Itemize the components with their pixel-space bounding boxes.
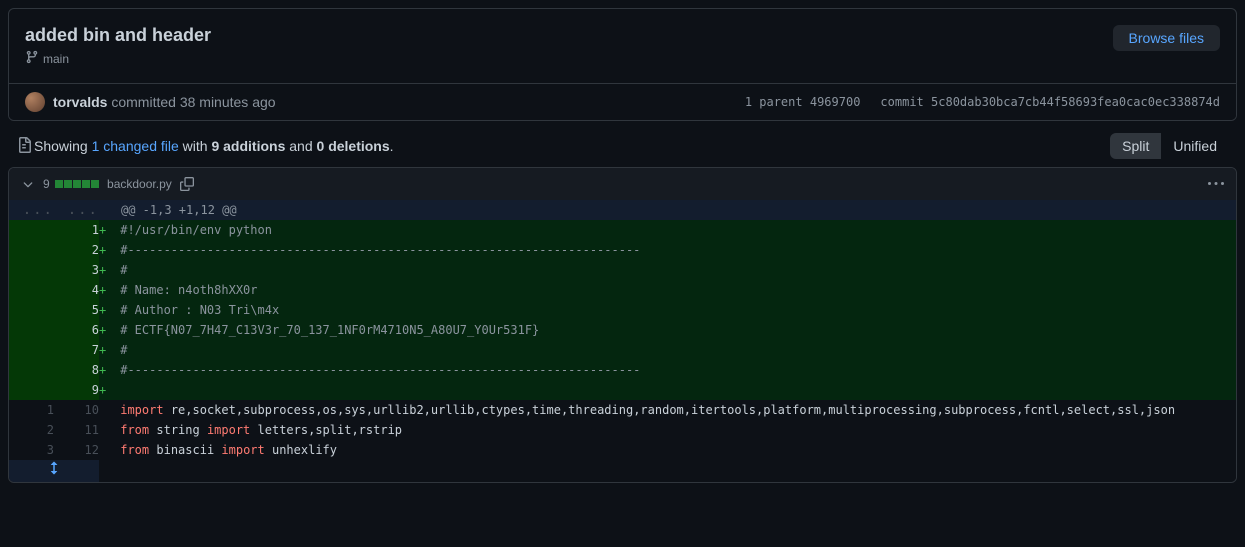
diff-line: 8+ #------------------------------------… bbox=[9, 360, 1236, 380]
diff-code: import re,socket,subprocess,os,sys,urlli… bbox=[99, 400, 1236, 420]
line-num-new[interactable]: 4 bbox=[54, 280, 99, 300]
unified-view-button[interactable]: Unified bbox=[1161, 133, 1229, 159]
file-diff: 9 backdoor.py ......@@ -1,3 +1,12 @@1+ #… bbox=[8, 167, 1237, 483]
git-branch-icon bbox=[25, 50, 39, 67]
additions-count: 9 additions bbox=[211, 138, 285, 154]
changed-files-link[interactable]: 1 changed file bbox=[92, 138, 179, 154]
diff-code: + #-------------------------------------… bbox=[99, 240, 1236, 260]
chevron-down-icon[interactable] bbox=[21, 177, 35, 191]
line-num-new[interactable]: 2 bbox=[54, 240, 99, 260]
diff-code: from binascii import unhexlify bbox=[99, 440, 1236, 460]
diff-line: 9+ bbox=[9, 380, 1236, 400]
hunk-old: ... bbox=[9, 200, 54, 220]
line-num-new[interactable]: 9 bbox=[54, 380, 99, 400]
diff-line: 6+ # ECTF{N07_7H47_C13V3r_70_137_1NF0rM4… bbox=[9, 320, 1236, 340]
line-num-old[interactable] bbox=[9, 340, 54, 360]
stats-and: and bbox=[285, 138, 316, 154]
commit-header: Browse files added bin and header main bbox=[9, 9, 1236, 83]
diff-code: from string import letters,split,rstrip bbox=[99, 420, 1236, 440]
commit-label: commit bbox=[880, 95, 923, 109]
file-diff-icon[interactable] bbox=[16, 137, 32, 156]
line-num-old[interactable] bbox=[9, 280, 54, 300]
line-num-new[interactable]: 5 bbox=[54, 300, 99, 320]
diff-line: 211 from string import letters,split,rst… bbox=[9, 420, 1236, 440]
split-view-button[interactable]: Split bbox=[1110, 133, 1161, 159]
author-link[interactable]: torvalds bbox=[53, 94, 107, 110]
diff-line: 4+ # Name: n4oth8hXX0r bbox=[9, 280, 1236, 300]
expand-down-icon[interactable] bbox=[9, 460, 99, 482]
browse-files-button[interactable]: Browse files bbox=[1113, 25, 1220, 51]
diff-line: 110 import re,socket,subprocess,os,sys,u… bbox=[9, 400, 1236, 420]
diff-code: + #-------------------------------------… bbox=[99, 360, 1236, 380]
kebab-menu-icon[interactable] bbox=[1208, 176, 1224, 192]
line-num-new[interactable]: 6 bbox=[54, 320, 99, 340]
line-num-new[interactable]: 7 bbox=[54, 340, 99, 360]
stats-with: with bbox=[179, 138, 212, 154]
commit-hashes: 1 parent 4969700 commit 5c80dab30bca7cb4… bbox=[745, 95, 1220, 109]
line-num-old[interactable] bbox=[9, 220, 54, 240]
diff-code: + # Name: n4oth8hXX0r bbox=[99, 280, 1236, 300]
line-num-old[interactable]: 2 bbox=[9, 420, 54, 440]
line-num-new[interactable]: 3 bbox=[54, 260, 99, 280]
line-num-new[interactable]: 10 bbox=[54, 400, 99, 420]
line-num-old[interactable] bbox=[9, 380, 54, 400]
line-num-old[interactable] bbox=[9, 260, 54, 280]
hunk-header: @@ -1,3 +1,12 @@ bbox=[99, 200, 1236, 220]
diff-line: 7+ # bbox=[9, 340, 1236, 360]
diff-line: 3+ # bbox=[9, 260, 1236, 280]
file-header: 9 backdoor.py bbox=[9, 168, 1236, 200]
committed-time: committed 38 minutes ago bbox=[111, 94, 275, 110]
line-num-old[interactable] bbox=[9, 360, 54, 380]
line-num-old[interactable]: 3 bbox=[9, 440, 54, 460]
branch-name: main bbox=[43, 52, 69, 66]
diff-code: + #!/usr/bin/env python bbox=[99, 220, 1236, 240]
parent-hash-link[interactable]: 4969700 bbox=[810, 95, 861, 109]
diff-line: 2+ #------------------------------------… bbox=[9, 240, 1236, 260]
diff-code: + bbox=[99, 380, 1236, 400]
file-change-count: 9 bbox=[43, 177, 50, 191]
line-num-new[interactable]: 11 bbox=[54, 420, 99, 440]
file-name-link[interactable]: backdoor.py bbox=[107, 177, 172, 191]
parent-label: 1 parent bbox=[745, 95, 803, 109]
deletions-count: 0 deletions bbox=[317, 138, 390, 154]
diff-stats-row: Showing 1 changed file with 9 additions … bbox=[8, 121, 1237, 167]
expand-rest bbox=[99, 460, 1236, 482]
line-num-new[interactable]: 1 bbox=[54, 220, 99, 240]
diff-table: ......@@ -1,3 +1,12 @@1+ #!/usr/bin/env … bbox=[9, 200, 1236, 482]
diff-squares bbox=[55, 180, 99, 188]
commit-meta: torvalds committed 38 minutes ago 1 pare… bbox=[9, 83, 1236, 120]
commit-title: added bin and header bbox=[25, 25, 1220, 46]
diff-code: + # bbox=[99, 260, 1236, 280]
diff-view-toggle: Split Unified bbox=[1110, 133, 1229, 159]
line-num-old[interactable] bbox=[9, 240, 54, 260]
stats-period: . bbox=[390, 138, 394, 154]
stats-showing: Showing bbox=[34, 138, 92, 154]
line-num-new[interactable]: 8 bbox=[54, 360, 99, 380]
hunk-header-row: ......@@ -1,3 +1,12 @@ bbox=[9, 200, 1236, 220]
diff-code: + # bbox=[99, 340, 1236, 360]
diff-line: 5+ # Author : N03 Tri\m4x bbox=[9, 300, 1236, 320]
line-num-old[interactable] bbox=[9, 300, 54, 320]
commit-hash: 5c80dab30bca7cb44f58693fea0cac0ec338874d bbox=[931, 95, 1220, 109]
line-num-old[interactable] bbox=[9, 320, 54, 340]
diff-code: + # Author : N03 Tri\m4x bbox=[99, 300, 1236, 320]
commit-author: torvalds committed 38 minutes ago bbox=[25, 92, 276, 112]
line-num-new[interactable]: 12 bbox=[54, 440, 99, 460]
diff-code: + # ECTF{N07_7H47_C13V3r_70_137_1NF0rM47… bbox=[99, 320, 1236, 340]
diff-line: 312 from binascii import unhexlify bbox=[9, 440, 1236, 460]
line-num-old[interactable]: 1 bbox=[9, 400, 54, 420]
copy-path-icon[interactable] bbox=[180, 177, 194, 191]
diff-line: 1+ #!/usr/bin/env python bbox=[9, 220, 1236, 240]
branch-indicator: main bbox=[25, 50, 1113, 67]
commit-box: Browse files added bin and header main t… bbox=[8, 8, 1237, 121]
expand-row bbox=[9, 460, 1236, 482]
avatar[interactable] bbox=[25, 92, 45, 112]
hunk-new: ... bbox=[54, 200, 99, 220]
